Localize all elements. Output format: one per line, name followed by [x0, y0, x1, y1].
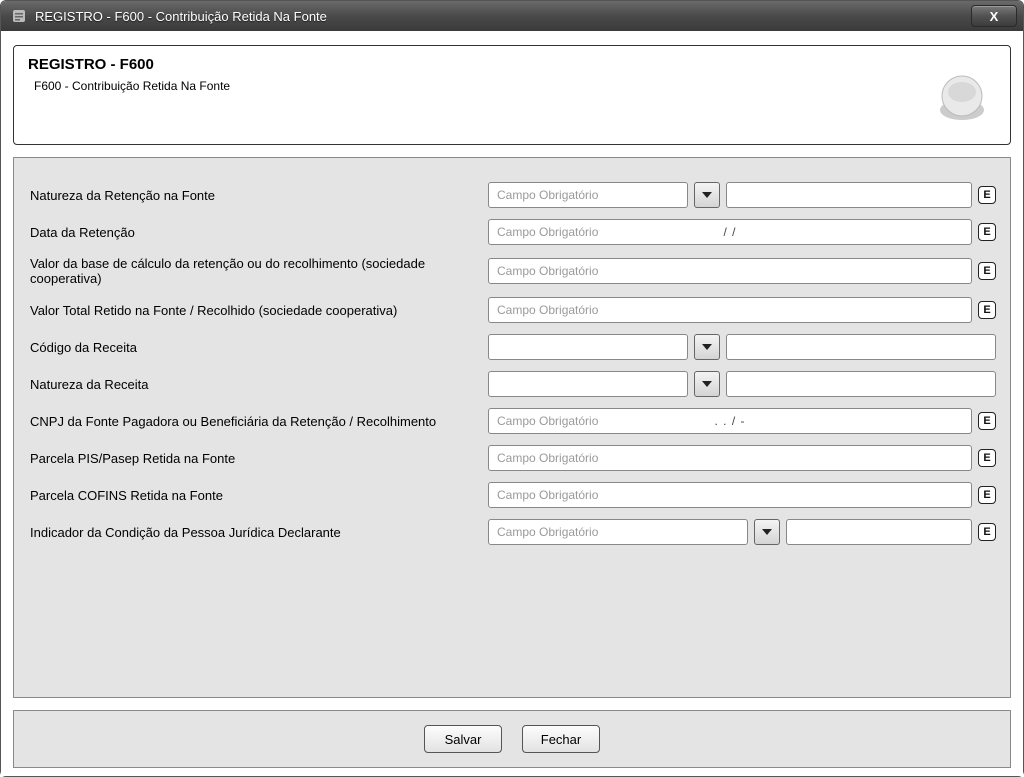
close-button[interactable]: Fechar	[522, 725, 600, 753]
content-area: REGISTRO - F600 F600 - Contribuição Reti…	[1, 31, 1023, 776]
row-valor-base: Valor da base de cálculo da retenção ou …	[28, 256, 996, 286]
row-natureza-retencao: Natureza da Retenção na Fonte E	[28, 182, 996, 208]
data-retencao-input[interactable]	[488, 219, 972, 245]
footer-panel: Salvar Fechar	[13, 710, 1011, 768]
window-frame: REGISTRO - F600 - Contribuição Retida Na…	[0, 0, 1024, 777]
header-logo-icon	[934, 70, 990, 126]
row-parcela-cofins: Parcela COFINS Retida na Fonte E	[28, 482, 996, 508]
label-valor-total: Valor Total Retido na Fonte / Recolhido …	[28, 303, 480, 318]
window-title: REGISTRO - F600 - Contribuição Retida Na…	[35, 9, 971, 24]
label-parcela-cofins: Parcela COFINS Retida na Fonte	[28, 488, 480, 503]
codigo-receita-desc-input[interactable]	[726, 334, 996, 360]
row-codigo-receita: Código da Receita	[28, 334, 996, 360]
codigo-receita-code-input[interactable]	[488, 334, 688, 360]
natureza-receita-code-input[interactable]	[488, 371, 688, 397]
label-parcela-pis: Parcela PIS/Pasep Retida na Fonte	[28, 451, 480, 466]
row-cnpj-fonte: CNPJ da Fonte Pagadora ou Beneficiária d…	[28, 408, 996, 434]
data-retencao-error-badge[interactable]: E	[978, 223, 996, 241]
valor-total-input[interactable]	[488, 297, 972, 323]
natureza-retencao-error-badge[interactable]: E	[978, 186, 996, 204]
label-codigo-receita: Código da Receita	[28, 340, 480, 355]
window-close-button[interactable]: X	[971, 5, 1017, 27]
row-data-retencao: Data da Retenção / / E	[28, 219, 996, 245]
valor-total-error-badge[interactable]: E	[978, 301, 996, 319]
parcela-pis-input[interactable]	[488, 445, 972, 471]
header-subtitle: F600 - Contribuição Retida Na Fonte	[28, 79, 996, 93]
header-panel: REGISTRO - F600 F600 - Contribuição Reti…	[13, 45, 1011, 145]
indicador-condicao-code-input[interactable]	[488, 519, 748, 545]
save-button[interactable]: Salvar	[424, 725, 502, 753]
chevron-down-icon	[702, 381, 712, 387]
label-natureza-receita: Natureza da Receita	[28, 377, 480, 392]
natureza-retencao-desc-input[interactable]	[726, 182, 972, 208]
row-indicador-condicao: Indicador da Condição da Pessoa Jurídica…	[28, 519, 996, 545]
natureza-retencao-dropdown-button[interactable]	[694, 182, 720, 208]
label-data-retencao: Data da Retenção	[28, 225, 480, 240]
parcela-cofins-input[interactable]	[488, 482, 972, 508]
label-cnpj-fonte: CNPJ da Fonte Pagadora ou Beneficiária d…	[28, 414, 480, 429]
chevron-down-icon	[762, 529, 772, 535]
indicador-condicao-error-badge[interactable]: E	[978, 523, 996, 541]
codigo-receita-dropdown-button[interactable]	[694, 334, 720, 360]
row-natureza-receita: Natureza da Receita	[28, 371, 996, 397]
valor-base-error-badge[interactable]: E	[978, 262, 996, 280]
natureza-receita-desc-input[interactable]	[726, 371, 996, 397]
cnpj-fonte-error-badge[interactable]: E	[978, 412, 996, 430]
titlebar: REGISTRO - F600 - Contribuição Retida Na…	[1, 1, 1023, 31]
row-valor-total: Valor Total Retido na Fonte / Recolhido …	[28, 297, 996, 323]
chevron-down-icon	[702, 344, 712, 350]
valor-base-input[interactable]	[488, 258, 972, 284]
indicador-condicao-dropdown-button[interactable]	[754, 519, 780, 545]
label-natureza-retencao: Natureza da Retenção na Fonte	[28, 188, 480, 203]
label-valor-base: Valor da base de cálculo da retenção ou …	[28, 256, 480, 286]
label-indicador-condicao: Indicador da Condição da Pessoa Jurídica…	[28, 525, 480, 540]
row-parcela-pis: Parcela PIS/Pasep Retida na Fonte E	[28, 445, 996, 471]
close-icon: X	[990, 9, 999, 24]
parcela-cofins-error-badge[interactable]: E	[978, 486, 996, 504]
chevron-down-icon	[702, 192, 712, 198]
parcela-pis-error-badge[interactable]: E	[978, 449, 996, 467]
form-panel: Natureza da Retenção na Fonte E Data da …	[13, 157, 1011, 698]
natureza-retencao-code-input[interactable]	[488, 182, 688, 208]
header-title: REGISTRO - F600	[28, 56, 996, 73]
indicador-condicao-desc-input[interactable]	[786, 519, 972, 545]
natureza-receita-dropdown-button[interactable]	[694, 371, 720, 397]
app-icon	[11, 8, 27, 24]
cnpj-fonte-input[interactable]	[488, 408, 972, 434]
